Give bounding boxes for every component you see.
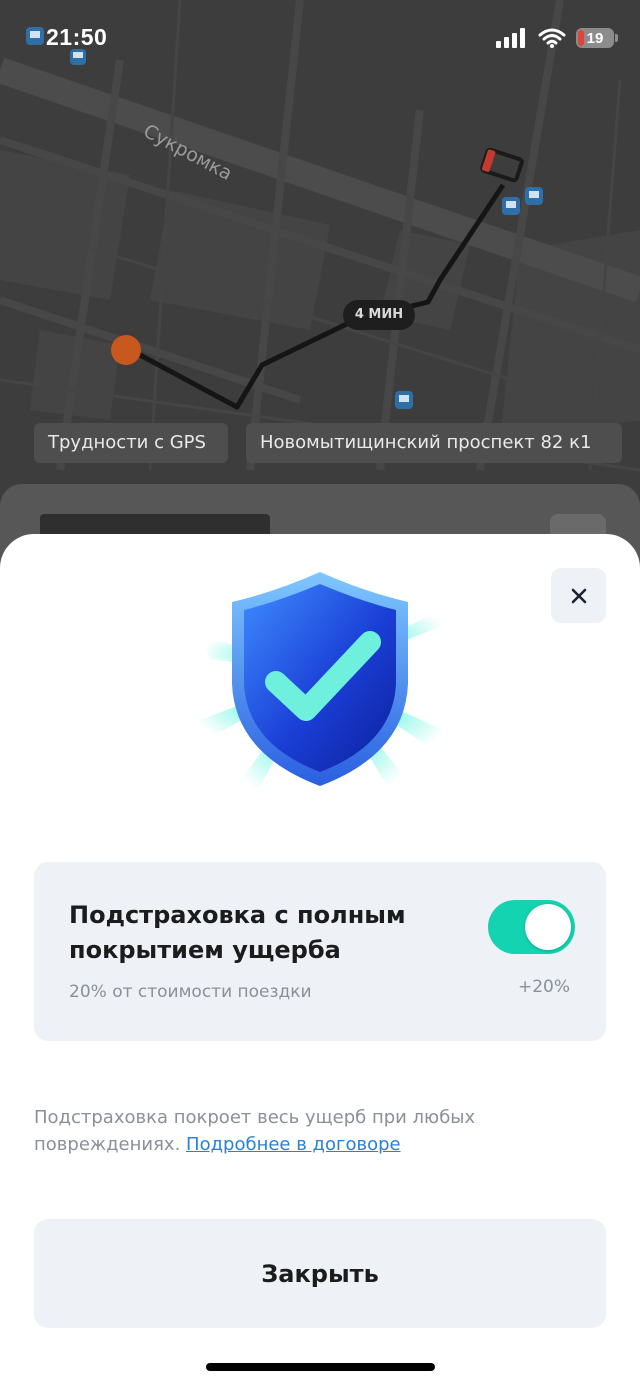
close-button[interactable] — [551, 568, 606, 623]
battery-level — [578, 30, 584, 46]
contract-link[interactable]: Подробнее в договоре — [186, 1134, 401, 1155]
shield-check-icon — [190, 572, 452, 796]
insurance-note: Подстраховка покроет весь ущерб при любы… — [34, 1104, 594, 1158]
insurance-toggle[interactable] — [488, 900, 575, 954]
status-icons: 19 — [496, 28, 618, 48]
close-icon — [571, 588, 586, 603]
wifi-icon — [538, 28, 566, 48]
close-sheet-button[interactable]: Закрыть — [34, 1219, 606, 1328]
user-location-icon — [111, 335, 141, 365]
battery-icon: 19 — [576, 28, 618, 48]
home-indicator — [206, 1363, 435, 1371]
status-bar: 21:50 19 — [0, 0, 640, 80]
bus-stop-icon — [395, 391, 413, 409]
signal-icon — [496, 28, 525, 48]
status-time: 21:50 — [46, 24, 108, 50]
insurance-sheet: Подстраховка с полным покрытием ущерба 2… — [0, 534, 640, 1387]
address-chip[interactable]: Новомытищинский проспект 82 к1 — [246, 423, 622, 463]
bus-stop-icon — [525, 187, 543, 205]
eta-badge: 4 МИН — [343, 300, 415, 330]
toggle-knob — [525, 904, 571, 950]
gps-warning-chip[interactable]: Трудности с GPS — [34, 423, 228, 463]
bus-stop-icon — [502, 197, 520, 215]
option-title: Подстраховка с полным покрытием ущерба — [69, 901, 406, 964]
battery-cap — [615, 34, 618, 42]
insurance-option-card[interactable]: Подстраховка с полным покрытием ущерба 2… — [34, 862, 606, 1041]
option-subtitle: 20% от стоимости поездки — [69, 982, 312, 1002]
option-price: +20% — [517, 977, 570, 997]
battery-percent: 19 — [586, 29, 604, 47]
